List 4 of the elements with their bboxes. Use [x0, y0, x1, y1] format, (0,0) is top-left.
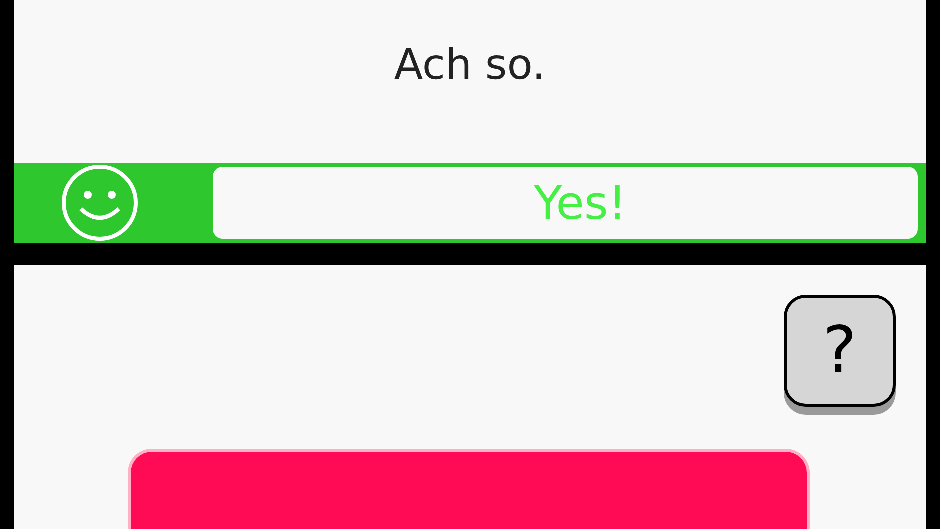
- feedback-text: Yes!: [533, 174, 627, 232]
- smiley-icon: [59, 163, 141, 243]
- answer-button[interactable]: [128, 449, 810, 529]
- prompt-text: Ach so.: [394, 39, 546, 91]
